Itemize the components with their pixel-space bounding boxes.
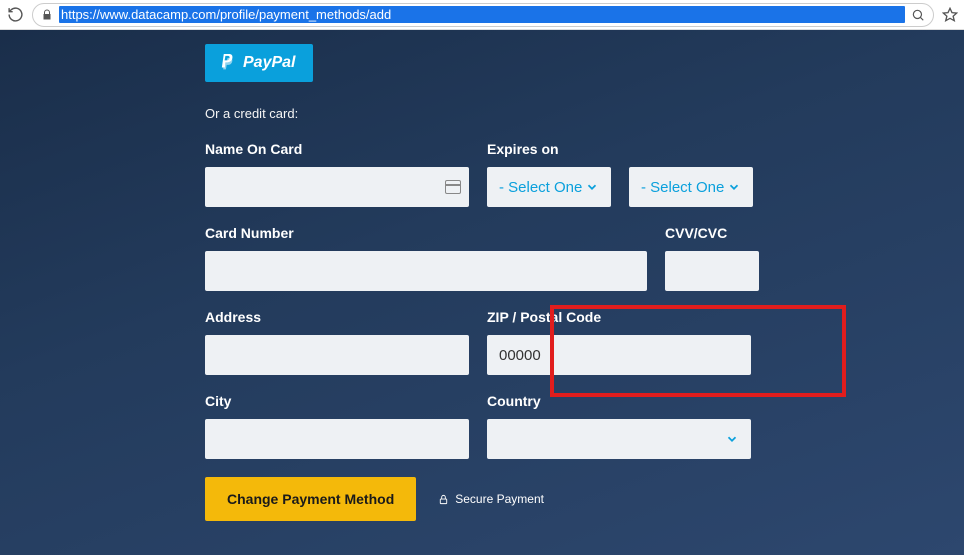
cvv-field: CVV/CVC <box>665 225 759 291</box>
address-label: Address <box>205 309 469 325</box>
chevron-down-icon <box>727 180 741 194</box>
name-on-card-label: Name On Card <box>205 141 469 157</box>
zip-field: ZIP / Postal Code <box>487 309 751 375</box>
form-actions: Change Payment Method Secure Payment <box>205 477 759 521</box>
country-field: Country <box>487 393 751 459</box>
search-icon[interactable] <box>911 8 925 22</box>
paypal-button-label: PayPal <box>243 54 295 72</box>
address-field: Address <box>205 309 469 375</box>
secure-payment-note: Secure Payment <box>438 492 544 506</box>
expires-month-placeholder: - Select One <box>499 179 582 196</box>
payment-form: PayPal Or a credit card: Name On Card Ex… <box>205 44 759 555</box>
city-input[interactable] <box>205 419 469 459</box>
cvv-input[interactable] <box>665 251 759 291</box>
city-field: City <box>205 393 469 459</box>
cvv-label: CVV/CVC <box>665 225 759 241</box>
country-label: Country <box>487 393 751 409</box>
expires-field: Expires on - Select One - Select One <box>487 141 759 207</box>
chevron-down-icon <box>585 180 599 194</box>
city-label: City <box>205 393 469 409</box>
browser-address-bar: https://www.datacamp.com/profile/payment… <box>0 0 964 30</box>
lock-icon <box>438 494 449 505</box>
card-number-input[interactable] <box>205 251 647 291</box>
or-credit-card-text: Or a credit card: <box>205 106 759 121</box>
card-number-label: Card Number <box>205 225 647 241</box>
url-text: https://www.datacamp.com/profile/payment… <box>59 6 905 23</box>
country-select[interactable] <box>487 419 751 459</box>
chevron-down-icon <box>725 432 739 446</box>
zip-input[interactable] <box>487 335 751 375</box>
card-mini-icon <box>445 180 461 194</box>
paypal-button[interactable]: PayPal <box>205 44 313 82</box>
reload-icon[interactable] <box>6 6 24 24</box>
secure-payment-label: Secure Payment <box>455 492 544 506</box>
url-bar[interactable]: https://www.datacamp.com/profile/payment… <box>32 3 934 27</box>
star-icon[interactable] <box>942 7 958 23</box>
expires-year-placeholder: - Select One <box>641 179 724 196</box>
expires-label: Expires on <box>487 141 759 157</box>
paypal-icon <box>219 54 235 72</box>
zip-label: ZIP / Postal Code <box>487 309 751 325</box>
name-on-card-field: Name On Card <box>205 141 469 207</box>
change-payment-method-button[interactable]: Change Payment Method <box>205 477 416 521</box>
page-body: PayPal Or a credit card: Name On Card Ex… <box>0 30 964 555</box>
card-number-field: Card Number <box>205 225 647 291</box>
expires-year-select[interactable]: - Select One <box>629 167 753 207</box>
name-on-card-input[interactable] <box>205 167 469 207</box>
lock-icon <box>41 9 53 21</box>
address-input[interactable] <box>205 335 469 375</box>
expires-month-select[interactable]: - Select One <box>487 167 611 207</box>
